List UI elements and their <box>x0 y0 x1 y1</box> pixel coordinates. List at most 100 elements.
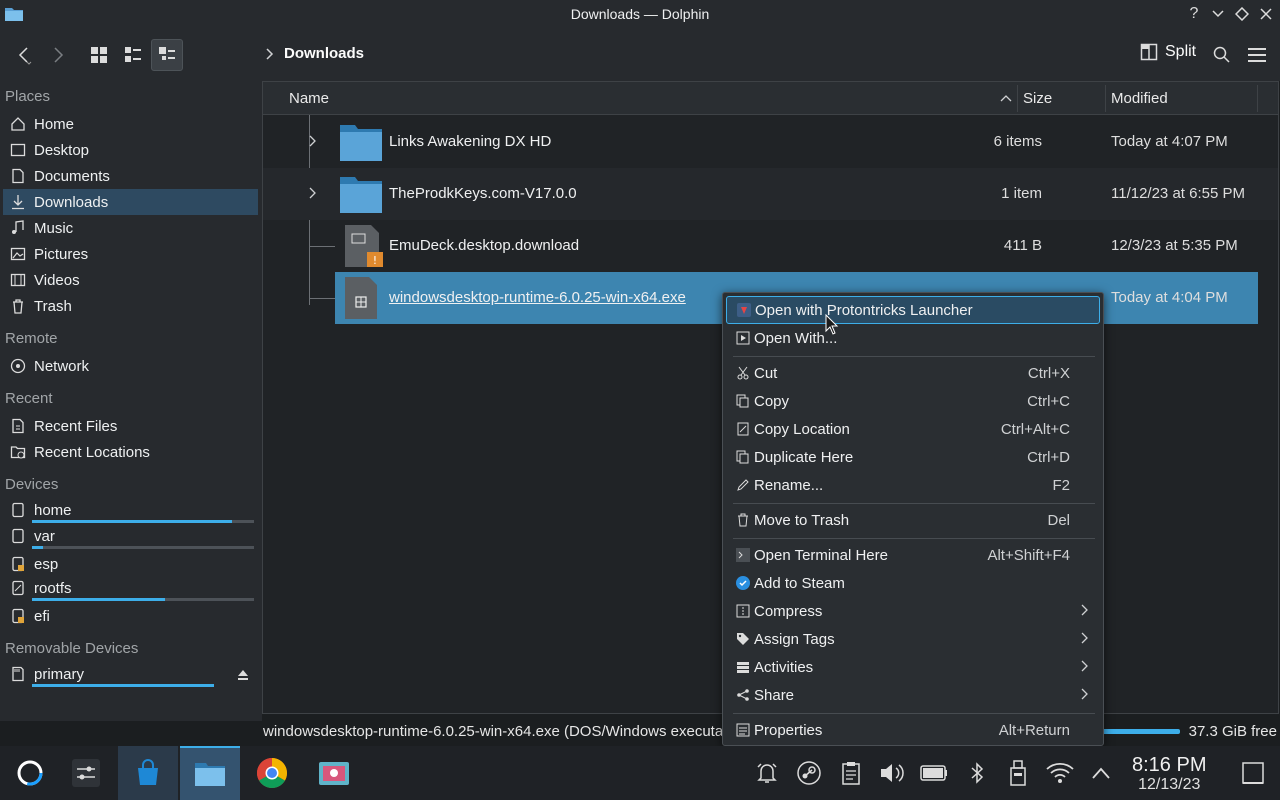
steam-tray-icon[interactable] <box>794 758 824 788</box>
menu-item-add-to-steam[interactable]: Add to Steam <box>726 569 1100 597</box>
menu-separator <box>733 356 1095 357</box>
section-places: Places <box>5 88 51 105</box>
minimize-icon[interactable] <box>1208 4 1228 24</box>
search-icon <box>1213 46 1230 63</box>
file-modified: Today at 4:07 PM <box>1111 133 1228 150</box>
screenshot-app-launcher[interactable] <box>306 746 362 800</box>
rename-icon <box>735 477 751 493</box>
expand-chevron-icon[interactable] <box>307 186 317 200</box>
places-panel: Places Home Desktop Documents Downloads … <box>0 81 262 721</box>
show-desktop-icon[interactable] <box>1238 758 1268 788</box>
menu-item-open-with-protontricks[interactable]: Open with Protontricks Launcher <box>726 296 1100 324</box>
sidebar-item-music[interactable]: Music <box>3 215 258 241</box>
compact-view-button[interactable] <box>117 39 149 71</box>
menu-separator <box>733 503 1095 504</box>
close-icon[interactable] <box>1256 4 1276 24</box>
sidebar-item-desktop[interactable]: Desktop <box>3 137 258 163</box>
forward-button[interactable] <box>42 39 74 71</box>
breadcrumb-label[interactable]: Downloads <box>284 45 364 62</box>
menu-item-share[interactable]: Share <box>726 681 1100 709</box>
details-view-button[interactable] <box>151 39 183 71</box>
sidebar-item-recent-files[interactable]: Recent Files <box>3 413 258 439</box>
bluetooth-icon[interactable] <box>962 758 992 788</box>
sidebar-item-efi[interactable]: efi <box>3 603 258 629</box>
keep-above-icon[interactable] <box>1232 4 1252 24</box>
dolphin-task-button[interactable] <box>180 746 240 800</box>
sidebar-item-pictures[interactable]: Pictures <box>3 241 258 267</box>
removable-storage-icon[interactable] <box>1003 758 1033 788</box>
sidebar-item-downloads[interactable]: Downloads <box>3 189 258 215</box>
file-row[interactable]: TheProdkKeys.com-V17.0.0 1 item 11/12/23… <box>263 168 1278 220</box>
sidebar-item-recent-locations[interactable]: Recent Locations <box>3 439 258 465</box>
column-modified[interactable]: Modified <box>1111 90 1168 107</box>
menu-item-copy[interactable]: Copy Ctrl+C <box>726 387 1100 415</box>
tree-line <box>309 298 335 299</box>
trash-icon <box>735 512 751 528</box>
volume-icon[interactable] <box>877 758 907 788</box>
expand-chevron-icon[interactable] <box>307 134 317 148</box>
menu-item-copy-location[interactable]: Copy Location Ctrl+Alt+C <box>726 415 1100 443</box>
discover-launcher[interactable] <box>118 746 178 800</box>
hamburger-menu-icon <box>1248 48 1266 62</box>
network-icon <box>10 358 26 374</box>
show-hidden-icons-chevron-icon[interactable] <box>1086 758 1116 788</box>
menu-item-cut[interactable]: Cut Ctrl+X <box>726 359 1100 387</box>
menu-item-open-with[interactable]: Open With... <box>726 324 1100 352</box>
menu-item-shortcut: Ctrl+Alt+C <box>1000 420 1070 438</box>
clipboard-icon[interactable] <box>836 758 866 788</box>
system-settings-launcher[interactable] <box>60 746 112 800</box>
split-label: Split <box>1165 43 1197 60</box>
menu-item-move-to-trash[interactable]: Move to Trash Del <box>726 506 1100 534</box>
column-size[interactable]: Size <box>1023 90 1052 107</box>
sidebar-item-trash[interactable]: Trash <box>3 293 258 319</box>
sidebar-item-documents[interactable]: Documents <box>3 163 258 189</box>
chevron-right-icon <box>1081 688 1088 700</box>
file-row[interactable]: Links Awakening DX HD 6 items Today at 4… <box>263 116 1278 168</box>
notifications-icon[interactable] <box>752 758 782 788</box>
menu-item-properties[interactable]: Properties Alt+Return <box>726 716 1100 744</box>
menu-item-shortcut: F2 <box>1052 476 1070 494</box>
back-button[interactable] <box>8 39 40 71</box>
section-removable: Removable Devices <box>5 640 139 657</box>
column-name[interactable]: Name <box>289 90 329 107</box>
taskbar: 8:16 PM 12/13/23 <box>0 746 1280 800</box>
digital-clock[interactable]: 8:16 PM 12/13/23 <box>1132 754 1206 794</box>
sd-card-icon <box>10 666 26 682</box>
file-row[interactable]: ! EmuDeck.desktop.download 411 B 12/3/23… <box>263 220 1278 272</box>
chevron-right-icon <box>1081 660 1088 672</box>
sidebar-item-label: Music <box>34 219 74 237</box>
help-icon[interactable]: ? <box>1184 4 1204 24</box>
application-launcher-button[interactable] <box>10 746 50 800</box>
sidebar-item-esp[interactable]: esp <box>3 551 258 577</box>
duplicate-icon <box>735 449 751 465</box>
sidebar-item-network[interactable]: Network <box>3 353 258 379</box>
pictures-icon <box>10 246 26 262</box>
menu-item-open-terminal[interactable]: Open Terminal Here Alt+Shift+F4 <box>726 541 1100 569</box>
sidebar-item-label: Videos <box>34 271 80 289</box>
menu-item-activities[interactable]: Activities <box>726 653 1100 681</box>
icons-view-button[interactable] <box>83 39 115 71</box>
terminal-icon <box>735 547 751 563</box>
battery-icon[interactable] <box>919 758 949 788</box>
menu-item-label: Move to Trash <box>754 511 850 529</box>
sidebar-item-videos[interactable]: Videos <box>3 267 258 293</box>
eject-icon[interactable] <box>236 668 250 686</box>
column-separator[interactable] <box>1257 85 1258 112</box>
breadcrumb[interactable]: Downloads <box>264 45 364 62</box>
downloads-icon <box>10 194 26 210</box>
hamburger-menu-button[interactable] <box>1241 39 1273 71</box>
column-separator[interactable] <box>1105 85 1106 112</box>
wifi-icon[interactable] <box>1045 758 1075 788</box>
search-button[interactable] <box>1206 39 1238 71</box>
menu-item-assign-tags[interactable]: Assign Tags <box>726 625 1100 653</box>
sidebar-item-home[interactable]: Home <box>3 111 258 137</box>
split-button[interactable]: Split <box>1140 43 1196 61</box>
chrome-launcher[interactable] <box>244 746 300 800</box>
menu-item-duplicate-here[interactable]: Duplicate Here Ctrl+D <box>726 443 1100 471</box>
menu-item-rename[interactable]: Rename... F2 <box>726 471 1100 499</box>
menu-item-compress[interactable]: Compress <box>726 597 1100 625</box>
protontricks-icon <box>736 302 752 318</box>
menu-item-label: Properties <box>754 721 823 739</box>
sort-ascending-icon[interactable] <box>1000 94 1012 102</box>
column-separator[interactable] <box>1017 85 1018 112</box>
